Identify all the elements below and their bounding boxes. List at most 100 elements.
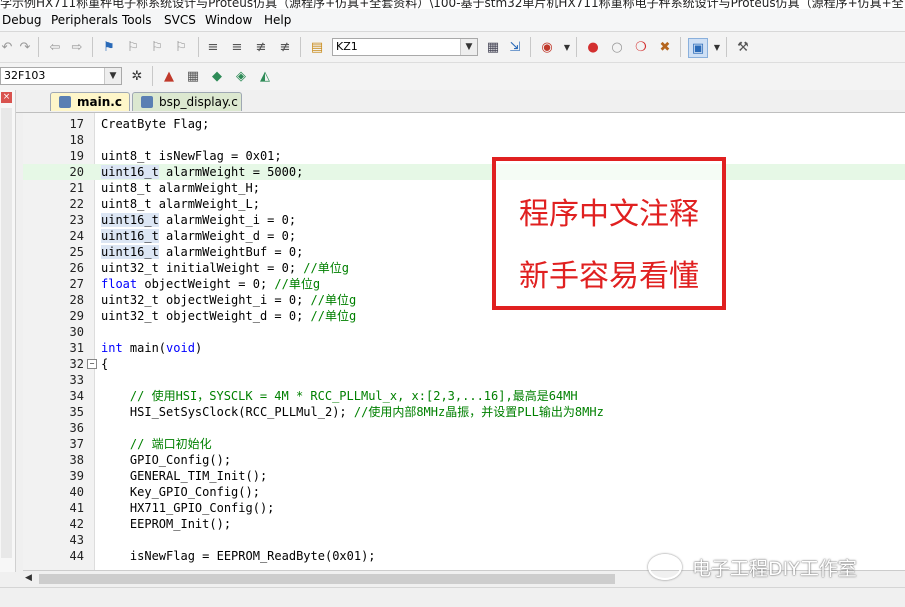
scroll-left-icon[interactable]: ◀ bbox=[25, 573, 32, 583]
menu-tools[interactable]: Tools bbox=[122, 13, 152, 27]
device-combo[interactable]: 32F103 ▼ bbox=[0, 67, 122, 85]
comment-icon[interactable]: ≢ bbox=[252, 38, 270, 56]
chevron-down-icon[interactable]: ▼ bbox=[460, 39, 477, 55]
code-line[interactable]: 26 uint32_t initialWeight = 0; //单位g bbox=[23, 260, 905, 276]
code-line[interactable]: 32−{ bbox=[23, 356, 905, 372]
fold-toggle-icon[interactable]: − bbox=[87, 359, 97, 369]
tab-main-c[interactable]: main.c bbox=[50, 92, 130, 111]
code-text: Key_GPIO_Config(); bbox=[101, 485, 260, 499]
code-line[interactable]: 20 uint16_t alarmWeight = 5000; bbox=[23, 164, 905, 180]
manage-components-icon[interactable]: ▦ bbox=[184, 67, 202, 85]
toolbar-separator bbox=[152, 66, 153, 86]
code-line[interactable]: 23 uint16_t alarmWeight_i = 0; bbox=[23, 212, 905, 228]
disable-breakpoint-icon[interactable]: ○ bbox=[608, 38, 626, 56]
undo-icon[interactable]: ↶ bbox=[0, 38, 16, 56]
menu-peripherals[interactable]: Peripherals bbox=[51, 13, 118, 27]
code-line[interactable]: 31 int main(void) bbox=[23, 340, 905, 356]
menu-svcs[interactable]: SVCS bbox=[164, 13, 196, 27]
device-combo-value: 32F103 bbox=[4, 69, 46, 82]
indent-icon[interactable]: ≡ bbox=[204, 38, 222, 56]
code-line[interactable]: 35 HSI_SetSysClock(RCC_PLLMul_2); //使用内部… bbox=[23, 404, 905, 420]
bookmark-icon[interactable]: ⚑ bbox=[100, 38, 118, 56]
select-packs-icon[interactable]: ◈ bbox=[232, 67, 250, 85]
code-text: uint32_t initialWeight = 0; //单位g bbox=[101, 261, 349, 275]
line-number: 43 bbox=[69, 533, 84, 547]
code-line[interactable]: 33 bbox=[23, 372, 905, 388]
run-time-environment-icon[interactable]: ◭ bbox=[256, 67, 274, 85]
tab-label: bsp_display.c bbox=[159, 95, 238, 109]
target-options-icon[interactable]: ✲ bbox=[128, 67, 146, 85]
build-toolbar: 32F103 ▼ ✲ ▲ ▦ ◆ ◈ ◭ bbox=[0, 63, 905, 90]
find-in-files-icon[interactable]: ▤ bbox=[308, 38, 326, 56]
menu-debug[interactable]: Debug bbox=[2, 13, 41, 27]
configure-icon[interactable]: ▦ bbox=[484, 38, 502, 56]
code-line[interactable]: 22 uint8_t alarmWeight_L; bbox=[23, 196, 905, 212]
line-number: 18 bbox=[69, 133, 84, 147]
code-editor[interactable]: 17 CreatByte Flag; 18 19 uint8_t isNewFlag =… bbox=[23, 113, 905, 570]
line-number: 32 bbox=[69, 357, 84, 371]
code-line[interactable]: 27 float objectWeight = 0; //单位g bbox=[23, 276, 905, 292]
insert-icon[interactable]: ⇲ bbox=[506, 38, 524, 56]
pack-installer-icon[interactable]: ◆ bbox=[208, 67, 226, 85]
next-bookmark-icon[interactable]: ⚐ bbox=[148, 38, 166, 56]
chevron-down-icon[interactable]: ▼ bbox=[708, 38, 726, 56]
unindent-icon[interactable]: ≡ bbox=[228, 38, 246, 56]
prev-bookmark-icon[interactable]: ⚐ bbox=[124, 38, 142, 56]
main-toolbar: ↶ ↷ ⇦ ⇨ ⚑ ⚐ ⚐ ⚐ ≡ ≡ ≢ ≢ ▤ KZ1 ▼ ▦ ⇲ ◉ ▼ … bbox=[0, 32, 905, 63]
menu-window[interactable]: Window bbox=[205, 13, 252, 27]
code-text: HSI_SetSysClock(RCC_PLLMul_2); //使用内部8MH… bbox=[101, 405, 604, 419]
code-line[interactable]: 17 CreatByte Flag; bbox=[23, 116, 905, 132]
clear-bookmarks-icon[interactable]: ⚐ bbox=[172, 38, 190, 56]
code-line[interactable]: 28 uint32_t objectWeight_i = 0; //单位g bbox=[23, 292, 905, 308]
line-number: 33 bbox=[69, 373, 84, 387]
kill-breakpoints-icon[interactable]: ✖ bbox=[656, 38, 674, 56]
window-layout-icon[interactable]: ▣ bbox=[688, 38, 708, 58]
code-line[interactable]: 42 EEPROM_Init(); bbox=[23, 516, 905, 532]
code-line[interactable]: 38 GPIO_Config(); bbox=[23, 452, 905, 468]
wrench-icon[interactable]: ⚒ bbox=[734, 38, 752, 56]
debug-session-icon[interactable]: ◉ bbox=[538, 38, 556, 56]
annotation-line-2: 新手容易看懂 bbox=[519, 259, 699, 294]
file-extensions-icon[interactable]: ▲ bbox=[160, 67, 178, 85]
code-line[interactable]: 30 bbox=[23, 324, 905, 340]
breakpoint-icon[interactable]: ● bbox=[584, 38, 602, 56]
code-line[interactable]: 18 bbox=[23, 132, 905, 148]
code-line[interactable]: 36 bbox=[23, 420, 905, 436]
line-number: 39 bbox=[69, 469, 84, 483]
line-number: 38 bbox=[69, 453, 84, 467]
navigate-forward-icon[interactable]: ⇨ bbox=[68, 38, 86, 56]
tab-bsp-display-c[interactable]: bsp_display.c bbox=[132, 92, 242, 111]
target-combo[interactable]: KZ1 ▼ bbox=[332, 38, 478, 56]
code-line[interactable]: 41 HX711_GPIO_Config(); bbox=[23, 500, 905, 516]
code-line[interactable]: 25 uint16_t alarmWeightBuf = 0; bbox=[23, 244, 905, 260]
uncomment-icon[interactable]: ≢ bbox=[276, 38, 294, 56]
toolbar-separator bbox=[300, 37, 301, 57]
project-scrollbar[interactable] bbox=[1, 108, 12, 558]
code-line[interactable]: 29 uint32_t objectWeight_d = 0; //单位g bbox=[23, 308, 905, 324]
code-text: HX711_GPIO_Config(); bbox=[101, 501, 275, 515]
line-number: 17 bbox=[69, 117, 84, 131]
line-number: 23 bbox=[69, 213, 84, 227]
code-line[interactable]: 24 uint16_t alarmWeight_d = 0; bbox=[23, 228, 905, 244]
navigate-back-icon[interactable]: ⇦ bbox=[46, 38, 64, 56]
code-line[interactable]: 39 GENERAL_TIM_Init(); bbox=[23, 468, 905, 484]
scrollbar-thumb[interactable] bbox=[39, 574, 615, 584]
code-line[interactable]: 34 // 使用HSI，SYSCLK = 4M * RCC_PLLMul_x, … bbox=[23, 388, 905, 404]
code-text: uint8_t alarmWeight_H; bbox=[101, 181, 260, 195]
code-text: isNewFlag = EEPROM_ReadByte(0x01); bbox=[101, 549, 376, 563]
code-line[interactable]: 19 uint8_t isNewFlag = 0x01; bbox=[23, 148, 905, 164]
watermark-text: 电子工程DIY工作室 bbox=[692, 557, 857, 580]
code-line[interactable]: 43 bbox=[23, 532, 905, 548]
menu-help[interactable]: Help bbox=[264, 13, 291, 27]
code-line[interactable]: 21 uint8_t alarmWeight_H; bbox=[23, 180, 905, 196]
close-icon[interactable]: × bbox=[1, 92, 12, 103]
line-number: 29 bbox=[69, 309, 84, 323]
code-line[interactable]: 37 // 端口初始化 bbox=[23, 436, 905, 452]
disable-all-breakpoints-icon[interactable]: ❍ bbox=[632, 38, 650, 56]
editor-tabs: main.c bsp_display.c bbox=[16, 90, 905, 113]
chevron-down-icon[interactable]: ▼ bbox=[104, 68, 121, 84]
code-text: uint8_t alarmWeight_L; bbox=[101, 197, 260, 211]
redo-icon[interactable]: ↷ bbox=[16, 38, 34, 56]
chevron-down-icon[interactable]: ▼ bbox=[558, 38, 576, 56]
code-line[interactable]: 40 Key_GPIO_Config(); bbox=[23, 484, 905, 500]
